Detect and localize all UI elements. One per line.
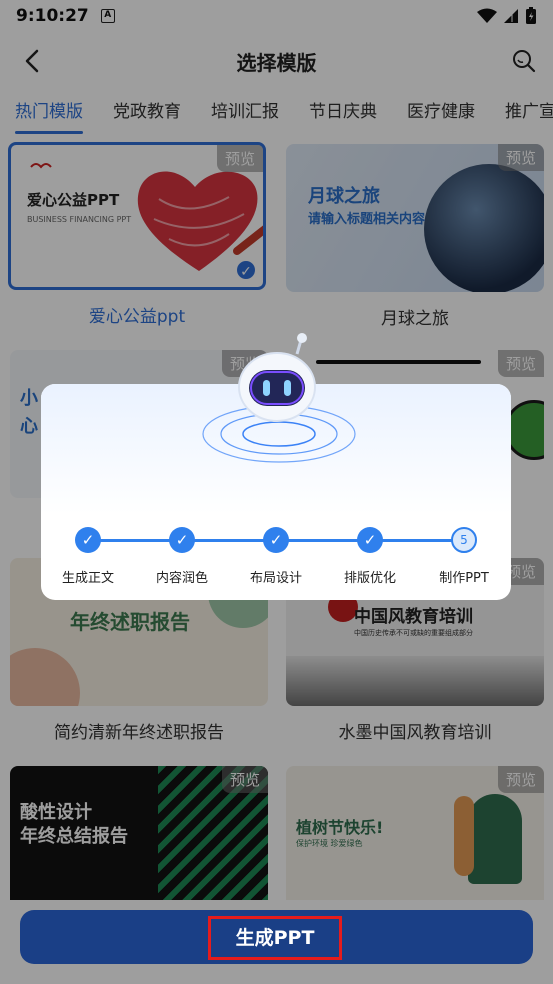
step-check-icon: ✓ [169, 527, 195, 553]
step-check-icon: ✓ [357, 527, 383, 553]
step-label: 制作PPT [439, 571, 489, 586]
step-check-icon: ✓ [75, 527, 101, 553]
step-label: 内容润色 [155, 571, 208, 586]
step-check-icon: ✓ [263, 527, 289, 553]
progress-steps: ✓ 生成正文 ✓ 内容润色 ✓ 布局设计 ✓ 排版优化 5 制作PPT [41, 524, 511, 594]
step-generate-text: ✓ 生成正文 [41, 524, 135, 586]
step-polish-content: ✓ 内容润色 [135, 524, 229, 586]
step-layout-design: ✓ 布局设计 [229, 524, 323, 586]
step-label: 排版优化 [343, 571, 396, 586]
robot-mascot-icon [238, 333, 316, 422]
generate-ppt-label[interactable]: 生成PPT [208, 916, 342, 960]
step-typeset-optimize: ✓ 排版优化 [323, 524, 417, 586]
step-make-ppt: 5 制作PPT [417, 524, 511, 586]
step-label: 生成正文 [61, 571, 114, 586]
step-label: 布局设计 [249, 571, 302, 586]
generation-progress-dialog: ✓ 生成正文 ✓ 内容润色 ✓ 布局设计 ✓ 排版优化 5 制作PPT [41, 333, 511, 600]
step-number-badge: 5 [451, 527, 477, 553]
